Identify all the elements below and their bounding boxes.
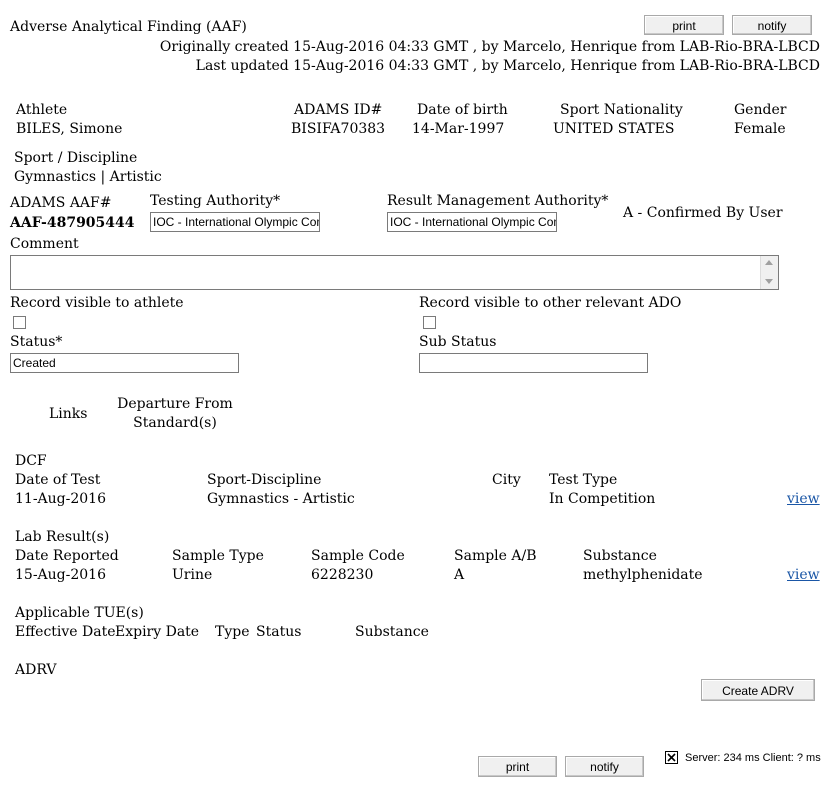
adams-id-header: ADAMS ID# [294, 102, 383, 118]
tue-status-header: Status [256, 624, 302, 640]
aaf-number: AAF-487905444 [10, 215, 135, 231]
lab-substance-value: methylphenidate [583, 567, 703, 583]
status-label: Status* [10, 334, 63, 350]
comment-scrollbar[interactable] [760, 256, 778, 289]
lab-date-header: Date Reported [15, 548, 119, 564]
nationality-header: Sport Nationality [560, 102, 683, 118]
dcf-city-header: City [492, 472, 521, 488]
dcf-sport-header: Sport-Discipline [207, 472, 322, 488]
create-adrv-button[interactable]: Create ADRV [701, 679, 815, 701]
status-field[interactable]: Created [10, 353, 239, 373]
tue-expiry-header: Expiry Date [115, 624, 200, 640]
adams-id-value: BISIFA70383 [291, 121, 386, 137]
departure-label-line1: Departure From [117, 396, 233, 412]
notify-button-bottom[interactable]: notify [565, 756, 644, 777]
lab-sample-ab-header: Sample A/B [454, 548, 537, 564]
adrv-title: ADRV [15, 662, 57, 678]
comment-text [11, 256, 778, 260]
dcf-title: DCF [15, 453, 47, 469]
print-button-bottom[interactable]: print [478, 756, 557, 777]
dcf-date-header: Date of Test [15, 472, 101, 488]
gender-header: Gender [734, 102, 787, 118]
updated-info: Last updated 15-Aug-2016 04:33 GMT , by … [195, 58, 820, 74]
sub-status-label: Sub Status [419, 334, 497, 350]
visible-ado-label: Record visible to other relevant ADO [419, 295, 682, 311]
comment-label: Comment [10, 236, 79, 252]
aaf-label: ADAMS AAF# [10, 195, 112, 211]
lab-sample-code-value: 6228230 [311, 567, 374, 583]
nationality-value: UNITED STATES [553, 121, 675, 137]
lab-date-value: 15-Aug-2016 [15, 567, 106, 583]
confirmation-status: A - Confirmed By User [623, 205, 783, 221]
dcf-sport-value: Gymnastics - Artistic [207, 491, 355, 507]
sport-value: Gymnastics | Artistic [14, 169, 162, 185]
links-label: Links [49, 406, 88, 422]
lab-sample-code-header: Sample Code [311, 548, 405, 564]
lab-sample-type-value: Urine [172, 567, 213, 583]
sport-label: Sport / Discipline [14, 150, 138, 166]
dcf-type-header: Test Type [549, 472, 618, 488]
lab-sample-ab-value: A [454, 567, 465, 583]
lab-title: Lab Result(s) [15, 529, 110, 545]
notify-button-top[interactable]: notify [732, 15, 812, 35]
departure-label-line2: Standard(s) [133, 415, 217, 431]
gender-value: Female [734, 121, 786, 137]
testing-authority-label: Testing Authority* [150, 193, 281, 209]
tue-substance-header: Substance [355, 624, 429, 640]
scroll-down-icon[interactable] [765, 279, 773, 284]
tue-effective-header: Effective Date [15, 624, 116, 640]
visible-ado-checkbox[interactable] [423, 316, 436, 329]
sub-status-field[interactable] [419, 353, 648, 373]
athlete-name: BILES, Simone [16, 121, 123, 137]
dcf-view-link[interactable]: view [787, 491, 820, 507]
rma-field[interactable]: IOC - International Olympic Committee [387, 212, 557, 232]
print-button-top[interactable]: print [644, 15, 724, 35]
created-info: Originally created 15-Aug-2016 04:33 GMT… [159, 39, 820, 55]
server-timing: Server: 234 ms Client: ? ms [685, 752, 821, 764]
dcf-date-value: 11-Aug-2016 [15, 491, 106, 507]
dob-value: 14-Mar-1997 [412, 121, 505, 137]
visible-athlete-checkbox[interactable] [13, 316, 26, 329]
athlete-header: Athlete [16, 102, 68, 118]
lab-view-link[interactable]: view [787, 567, 820, 583]
testing-authority-field[interactable]: IOC - International Olympic Committee [150, 212, 320, 232]
scroll-up-icon[interactable] [765, 260, 773, 265]
dob-header: Date of birth [417, 102, 508, 118]
page-title: Adverse Analytical Finding (AAF) [10, 19, 247, 35]
close-icon[interactable] [665, 751, 678, 764]
visible-athlete-label: Record visible to athlete [10, 295, 184, 311]
tue-type-header: Type [215, 624, 250, 640]
rma-label: Result Management Authority* [387, 193, 609, 209]
comment-textarea[interactable] [10, 255, 779, 290]
lab-substance-header: Substance [583, 548, 657, 564]
dcf-type-value: In Competition [549, 491, 656, 507]
tue-title: Applicable TUE(s) [15, 605, 144, 621]
lab-sample-type-header: Sample Type [172, 548, 264, 564]
